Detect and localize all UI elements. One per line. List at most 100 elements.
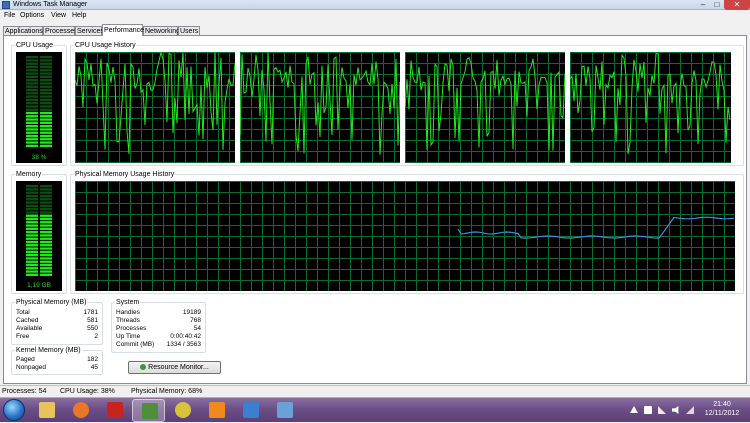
cpu-core-2-line xyxy=(240,52,400,155)
stat-value-total: 1781 xyxy=(83,309,98,316)
meter-segment-dim xyxy=(26,211,38,214)
meter-segment-lit xyxy=(40,227,52,230)
meter-segment-lit xyxy=(26,247,38,250)
cpu-usage-title: CPU Usage xyxy=(15,41,54,50)
meter-segment-lit xyxy=(40,247,52,250)
start-button[interactable] xyxy=(3,399,25,421)
meter-segment-lit xyxy=(40,267,52,270)
meter-segment-lit xyxy=(26,118,38,121)
taskbar-paint-button[interactable] xyxy=(268,399,301,422)
meter-segment-dim xyxy=(40,95,52,98)
meter-segment-lit xyxy=(40,138,52,141)
meter-segment-lit xyxy=(26,128,38,131)
stat-label-available: Available xyxy=(16,325,43,332)
meter-segment-dim xyxy=(40,198,52,201)
meter-segment-lit xyxy=(40,260,52,263)
taskbar-chrome-button[interactable] xyxy=(166,399,199,422)
remote-desktop-icon xyxy=(243,402,259,418)
meter-segment-lit xyxy=(40,270,52,273)
meter-segment-dim xyxy=(26,75,38,78)
taskbar-firefox-button[interactable] xyxy=(64,399,97,422)
maximize-button[interactable]: □ xyxy=(710,0,724,10)
memory-history-trace xyxy=(457,216,735,239)
stat-label-commit: Commit (MB) xyxy=(116,341,155,348)
meter-segment-lit xyxy=(26,234,38,237)
meter-segment-lit xyxy=(26,111,38,115)
stat-label-handles: Handles xyxy=(116,309,140,316)
meter-segment-lit xyxy=(26,231,38,234)
clock-time[interactable]: 21:40 xyxy=(702,401,742,408)
menu-view[interactable]: View xyxy=(51,12,66,19)
memory-meter-bars xyxy=(26,185,52,276)
meter-segment-lit xyxy=(40,214,52,217)
meter-segment-lit xyxy=(40,244,52,247)
minimize-button[interactable]: – xyxy=(696,0,710,10)
meter-segment-dim xyxy=(40,204,52,207)
power-icon[interactable] xyxy=(686,406,694,414)
meter-segment-dim xyxy=(26,72,38,75)
taskbar-explorer-button[interactable] xyxy=(30,399,63,422)
taskbar-remote-desktop-button[interactable] xyxy=(234,399,267,422)
vlc-icon xyxy=(209,402,225,418)
meter-segment-dim xyxy=(26,188,38,191)
menu-file[interactable]: File xyxy=(4,12,15,19)
meter-segment-lit xyxy=(26,131,38,134)
meter-segment-dim xyxy=(26,95,38,98)
meter-segment-lit xyxy=(40,111,52,115)
meter-segment-lit xyxy=(26,134,38,138)
meter-segment-lit xyxy=(40,234,52,237)
taskbar: 21:40 12/11/2012 xyxy=(0,397,750,422)
cpu-history-trace xyxy=(75,52,235,154)
show-hidden-icons-icon[interactable] xyxy=(630,406,638,413)
meter-segment-dim xyxy=(26,201,38,204)
stat-value-available: 550 xyxy=(87,325,98,332)
meter-segment-dim xyxy=(26,194,38,198)
meter-segment-lit xyxy=(26,217,38,221)
clock-date[interactable]: 12/11/2012 xyxy=(702,410,742,417)
cpu-core-1-line xyxy=(75,52,235,154)
meter-segment-dim xyxy=(26,59,38,62)
meter-segment-lit xyxy=(26,125,38,128)
title-bar[interactable]: Windows Task Manager – □ ✕ xyxy=(0,0,750,10)
resource-monitor-label: Resource Monitor... xyxy=(148,364,209,371)
resource-monitor-icon xyxy=(140,364,147,370)
meter-segment-dim xyxy=(40,69,52,72)
stat-value-threads: 768 xyxy=(190,317,201,324)
meter-segment-lit xyxy=(26,263,38,267)
memory-history-line xyxy=(457,216,735,239)
menu-options[interactable]: Options xyxy=(20,12,44,19)
paint-icon xyxy=(277,402,293,418)
stat-value-processes: 54 xyxy=(193,325,201,332)
cpu-core-3-graph xyxy=(405,52,565,163)
cpu-core-4-line xyxy=(570,52,731,154)
taskbar-task-manager-button[interactable] xyxy=(132,399,165,422)
window-title: Windows Task Manager xyxy=(13,1,88,8)
acrobat-icon xyxy=(107,402,123,418)
action-center-icon[interactable] xyxy=(644,406,652,414)
stat-label-uptime: Up Time xyxy=(116,333,141,340)
network-icon[interactable] xyxy=(658,406,666,414)
meter-segment-lit xyxy=(26,270,38,273)
volume-icon[interactable] xyxy=(672,406,679,414)
meter-segment-dim xyxy=(40,92,52,95)
meter-segment-dim xyxy=(40,105,52,108)
cpu-core-2-graph xyxy=(240,52,400,163)
stat-label-paged: Paged xyxy=(16,356,35,363)
stat-value-free: 2 xyxy=(94,333,98,340)
tab-performance[interactable]: Performance xyxy=(102,24,144,36)
close-button[interactable]: ✕ xyxy=(724,0,750,10)
taskbar-vlc-button[interactable] xyxy=(200,399,233,422)
meter-segment-lit xyxy=(26,237,38,240)
resource-monitor-button[interactable]: Resource Monitor... xyxy=(128,361,221,374)
meter-segment-dim xyxy=(40,59,52,62)
meter-segment-dim xyxy=(40,185,52,188)
menu-help[interactable]: Help xyxy=(72,12,86,19)
taskbar-acrobat-button[interactable] xyxy=(98,399,131,422)
meter-segment-lit xyxy=(26,115,38,118)
task-manager-icon xyxy=(142,403,158,419)
meter-segment-lit xyxy=(40,257,52,260)
meter-segment-lit xyxy=(40,115,52,118)
meter-segment-lit xyxy=(26,138,38,141)
stat-value-nonpaged: 45 xyxy=(90,364,98,371)
meter-segment-lit xyxy=(40,250,52,253)
